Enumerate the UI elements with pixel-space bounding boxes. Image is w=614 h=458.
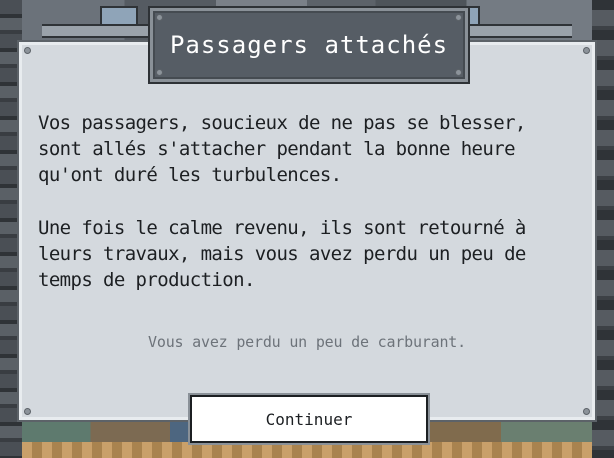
rivet-icon bbox=[583, 47, 590, 54]
backdrop-pipe bbox=[42, 24, 162, 38]
rivet-icon bbox=[156, 14, 163, 21]
backdrop-pipe bbox=[462, 24, 572, 38]
rivet-icon bbox=[24, 47, 31, 54]
dialog-paragraph: Vos passagers, soucieux de ne pas se ble… bbox=[38, 112, 526, 186]
rivet-icon bbox=[24, 408, 31, 415]
rivet-icon bbox=[455, 14, 462, 21]
rivet-icon bbox=[455, 69, 462, 76]
dialog-paragraph: Une fois le calme revenu, ils sont retou… bbox=[38, 217, 526, 291]
continue-button-label: Continuer bbox=[265, 409, 353, 429]
rivet-icon bbox=[156, 69, 163, 76]
rivet-icon bbox=[583, 408, 590, 415]
backdrop-right-wall bbox=[592, 0, 614, 458]
backdrop-floor bbox=[22, 442, 592, 458]
dialog-body: Vos passagers, soucieux de ne pas se ble… bbox=[38, 110, 578, 320]
continue-button[interactable]: Continuer bbox=[190, 395, 428, 443]
dialog-title: Passagers attachés bbox=[169, 31, 449, 59]
dialog-title-plate: Passagers attachés bbox=[150, 8, 468, 82]
dialog-consequence-note: Vous avez perdu un peu de carburant. bbox=[148, 333, 466, 351]
